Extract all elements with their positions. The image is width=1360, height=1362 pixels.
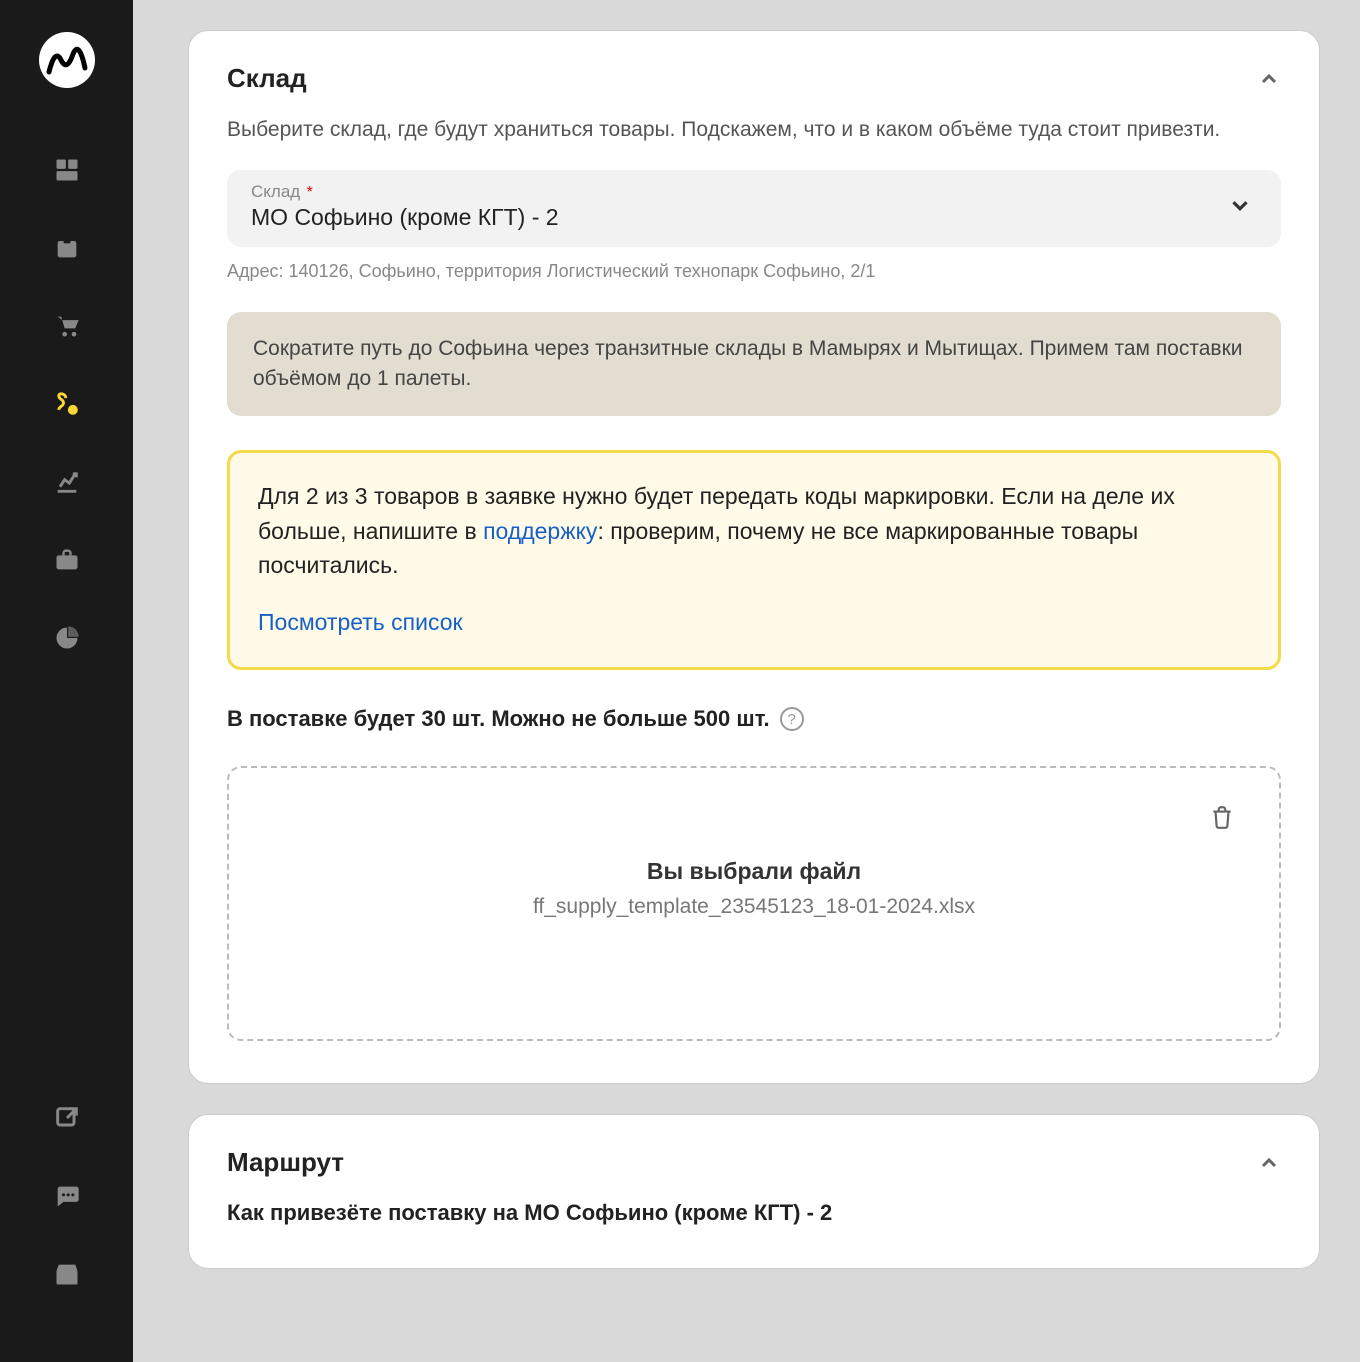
dropzone-filename: ff_supply_template_23545123_18-01-2024.x… [259, 895, 1249, 919]
transit-info-box: Сократите путь до Софьина через транзитн… [227, 312, 1281, 417]
dropzone-title: Вы выбрали файл [259, 858, 1249, 885]
nav-briefcase-icon[interactable] [47, 540, 87, 580]
chevron-up-icon [1257, 67, 1281, 91]
nav-store-icon[interactable] [47, 1254, 87, 1294]
warehouse-select-value: МО Софьино (кроме КГТ) - 2 [251, 204, 1257, 231]
sidebar [0, 0, 133, 1362]
warehouse-card: Склад Выберите склад, где будут хранитьс… [188, 30, 1320, 1084]
warehouse-card-header[interactable]: Склад [227, 63, 1281, 94]
trash-icon[interactable] [1209, 804, 1235, 835]
nav-dashboard-icon[interactable] [47, 150, 87, 190]
warehouse-subtitle: Выберите склад, где будут храниться това… [227, 114, 1281, 146]
nav-box-icon[interactable] [47, 228, 87, 268]
stock-summary-text: В поставке будет 30 шт. Можно не больше … [227, 706, 770, 732]
nav-cart-icon[interactable] [47, 306, 87, 346]
marking-codes-alert: Для 2 из 3 товаров в заявке нужно будет … [227, 450, 1281, 670]
nav-external-link-icon[interactable] [47, 1098, 87, 1138]
warehouse-address: Адрес: 140126, Софьино, территория Логис… [227, 261, 1281, 282]
nav-route-icon[interactable] [47, 384, 87, 424]
warehouse-title: Склад [227, 63, 307, 94]
view-list-link[interactable]: Посмотреть список [258, 605, 463, 640]
nav-pie-icon[interactable] [47, 618, 87, 658]
route-card: Маршрут Как привезёте поставку на МО Соф… [188, 1114, 1320, 1269]
route-title: Маршрут [227, 1147, 344, 1178]
required-asterisk: * [307, 184, 313, 201]
app-logo[interactable] [37, 30, 97, 90]
chevron-down-icon [1227, 193, 1253, 224]
warehouse-select[interactable]: Склад * МО Софьино (кроме КГТ) - 2 [227, 170, 1281, 247]
route-card-header[interactable]: Маршрут [227, 1147, 1281, 1178]
main-content: Склад Выберите склад, где будут хранитьс… [133, 0, 1360, 1362]
warehouse-select-label: Склад [251, 182, 300, 201]
file-dropzone[interactable]: Вы выбрали файл ff_supply_template_23545… [227, 766, 1281, 1041]
support-link[interactable]: поддержку [483, 518, 597, 544]
chevron-up-icon [1257, 1151, 1281, 1175]
route-question: Как привезёте поставку на МО Софьино (кр… [227, 1200, 1281, 1226]
help-icon[interactable]: ? [780, 707, 804, 731]
stock-summary: В поставке будет 30 шт. Можно не больше … [227, 706, 1281, 732]
nav-chart-icon[interactable] [47, 462, 87, 502]
nav-chat-icon[interactable] [47, 1176, 87, 1216]
